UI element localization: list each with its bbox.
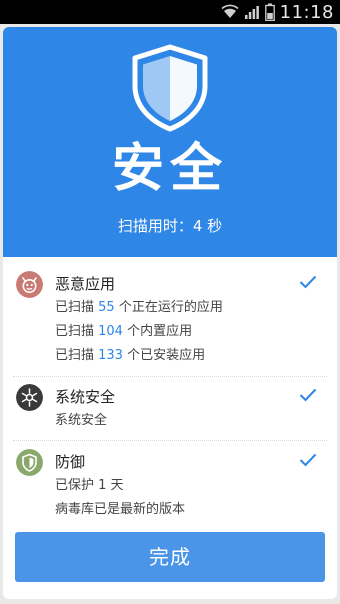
signal-icon: [244, 6, 259, 19]
result-header: 安全 扫描用时：4 秒: [3, 27, 337, 257]
check-icon: [299, 388, 317, 402]
line-prefix: 已扫描: [55, 324, 99, 339]
shield-icon: [132, 44, 208, 132]
divider: [13, 376, 327, 377]
check-icon: [299, 453, 317, 467]
malware-running-line: 已扫描 55 个正在运行的应用: [55, 298, 223, 318]
running-app-count: 55: [98, 300, 115, 315]
defense-shield-icon: [16, 449, 43, 476]
status-icons: 11:18: [221, 0, 334, 24]
system-security-line: 系统安全: [55, 413, 108, 428]
line-prefix: 已扫描: [55, 348, 99, 363]
installed-app-count: 133: [98, 348, 123, 363]
section-system-security: 系统安全 系统安全: [13, 384, 327, 436]
protected-days-line: 已保护 1 天: [55, 478, 124, 493]
builtin-app-count: 104: [98, 324, 123, 339]
battery-icon: [264, 3, 275, 21]
section-title: 系统安全: [55, 388, 116, 406]
scan-result-card: 安全 扫描用时：4 秒 恶意应用 已扫描 55 个正在运行的应用 已扫描 104…: [3, 27, 337, 599]
wifi-icon: [221, 4, 239, 18]
line-suffix: 个已安装应用: [122, 348, 206, 363]
section-defense: 防御 已保护 1 天 病毒库已是最新的版本: [13, 449, 327, 525]
status-time: 11:18: [279, 1, 334, 23]
divider: [13, 440, 327, 441]
malware-devil-icon: [16, 271, 43, 298]
scan-time-label: 扫描用时：4 秒: [117, 217, 223, 235]
section-title: 防御: [55, 453, 86, 471]
page-title: 安全: [111, 139, 228, 199]
status-bar: 11:18: [0, 0, 340, 24]
malware-installed-line: 已扫描 133 个已安装应用: [55, 346, 205, 366]
system-security-icon: [16, 384, 43, 411]
malware-builtin-line: 已扫描 104 个内置应用: [55, 322, 192, 342]
section-malware: 恶意应用 已扫描 55 个正在运行的应用 已扫描 104 个内置应用 已扫描 1…: [13, 271, 327, 371]
check-icon: [299, 275, 317, 289]
done-button[interactable]: 完成: [15, 532, 325, 582]
section-title: 恶意应用: [55, 275, 116, 293]
line-prefix: 已扫描: [55, 300, 99, 315]
virus-db-line: 病毒库已是最新的版本: [55, 502, 186, 517]
line-suffix: 个正在运行的应用: [114, 300, 223, 315]
line-suffix: 个内置应用: [122, 324, 193, 339]
